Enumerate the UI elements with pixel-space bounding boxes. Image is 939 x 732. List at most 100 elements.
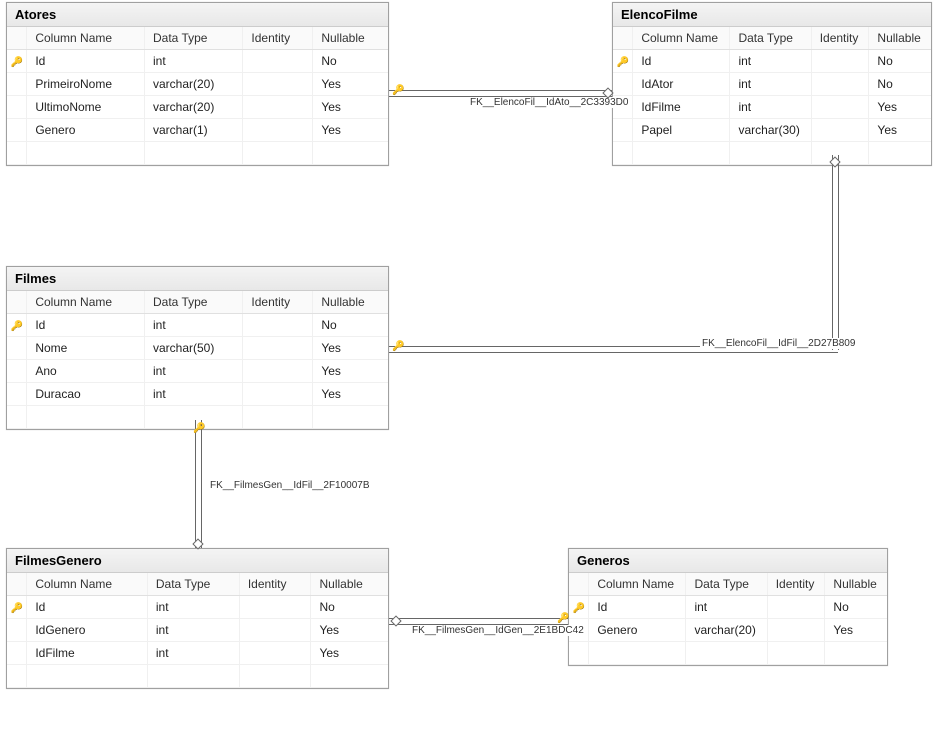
table-row[interactable]: 🔑IdintNo xyxy=(7,314,388,337)
table-row[interactable]: Generovarchar(20)Yes xyxy=(569,619,887,642)
table-generos[interactable]: Generos Column Name Data Type Identity N… xyxy=(568,548,888,666)
table-row[interactable]: DuracaointYes xyxy=(7,383,388,406)
table-filmesgenero[interactable]: FilmesGenero Column Name Data Type Ident… xyxy=(6,548,389,689)
pk-cell xyxy=(7,119,27,142)
primary-key-icon: 🔑 xyxy=(572,603,584,614)
cell-identity xyxy=(243,383,313,406)
cell-nullable: Yes xyxy=(313,73,388,96)
cell-name: Duracao xyxy=(27,383,145,406)
cell-name: Genero xyxy=(27,119,145,142)
table-row[interactable]: IdFilmeintYes xyxy=(613,96,931,119)
table-row[interactable]: PrimeiroNomevarchar(20) Yes xyxy=(7,73,388,96)
cell-type: int xyxy=(145,360,243,383)
cell-nullable: Yes xyxy=(313,383,388,406)
cell-nullable: Yes xyxy=(313,360,388,383)
header-nullable: Nullable xyxy=(311,573,388,596)
table-row[interactable]: Generovarchar(1)Yes xyxy=(7,119,388,142)
table-row[interactable]: Anoint Yes xyxy=(7,360,388,383)
cell-identity xyxy=(239,642,311,665)
cell-name: Id xyxy=(27,596,148,619)
table-row[interactable]: IdFilmeintYes xyxy=(7,642,388,665)
diamond-endpoint-icon xyxy=(392,617,400,625)
cell-type: varchar(20) xyxy=(145,73,243,96)
primary-key-icon: 🔑 xyxy=(10,321,22,332)
cell-name: Ano xyxy=(27,360,145,383)
table-row[interactable]: 🔑 Idint No xyxy=(569,596,887,619)
pk-cell: 🔑 xyxy=(7,50,27,73)
cell-identity xyxy=(243,50,313,73)
header-key xyxy=(613,27,633,50)
table-row[interactable]: IdGenerointYes xyxy=(7,619,388,642)
cell-identity xyxy=(767,619,825,642)
pk-cell xyxy=(7,73,27,96)
cell-empty xyxy=(239,665,311,688)
table-row[interactable]: 🔑IdintNo xyxy=(613,50,931,73)
table-title[interactable]: Generos xyxy=(569,549,887,573)
pk-cell: 🔑 xyxy=(569,596,589,619)
header-nullable: Nullable xyxy=(313,27,388,50)
table-atores[interactable]: Atores Column Name Data Type Identity Nu… xyxy=(6,2,389,166)
cell-empty xyxy=(243,142,313,165)
header-nullable: Nullable xyxy=(825,573,887,596)
primary-key-icon: 🔑 xyxy=(10,603,22,614)
cell-empty xyxy=(686,642,767,665)
cell-type: varchar(20) xyxy=(686,619,767,642)
pk-cell xyxy=(7,383,27,406)
table-row[interactable]: Nomevarchar(50)Yes xyxy=(7,337,388,360)
table-row[interactable]: UltimoNomevarchar(20)Yes xyxy=(7,96,388,119)
primary-key-icon: 🔑 xyxy=(10,57,22,68)
header-data-type: Data Type xyxy=(145,291,243,314)
cell-type: int xyxy=(730,73,811,96)
cell-type: int xyxy=(730,96,811,119)
header-data-type: Data Type xyxy=(147,573,239,596)
cell-name: IdFilme xyxy=(27,642,148,665)
cell-name: PrimeiroNome xyxy=(27,73,145,96)
table-row[interactable]: Papelvarchar(30)Yes xyxy=(613,119,931,142)
table-title[interactable]: Atores xyxy=(7,3,388,27)
table-row[interactable]: IdAtorintNo xyxy=(613,73,931,96)
table-elencofilme[interactable]: ElencoFilme Column Name Data Type Identi… xyxy=(612,2,932,166)
cell-nullable: No xyxy=(311,596,388,619)
cell-empty xyxy=(7,665,27,688)
cell-type: int xyxy=(686,596,767,619)
cell-type: int xyxy=(147,619,239,642)
connector-line xyxy=(838,155,839,350)
cell-name: Genero xyxy=(589,619,686,642)
header-column-name: Column Name xyxy=(27,573,148,596)
cell-nullable: Yes xyxy=(869,96,931,119)
table-row-empty xyxy=(613,142,931,165)
fk-label-elenco-filme: FK__ElencoFil__IdFil__2D27B809 xyxy=(700,338,857,349)
cell-name: Id xyxy=(27,50,145,73)
table-title[interactable]: Filmes xyxy=(7,267,388,291)
cell-identity xyxy=(811,96,869,119)
cell-empty xyxy=(27,142,145,165)
cell-nullable: No xyxy=(825,596,887,619)
cell-name: Id xyxy=(589,596,686,619)
pk-cell xyxy=(613,73,633,96)
pk-cell: 🔑 xyxy=(613,50,633,73)
table-title[interactable]: FilmesGenero xyxy=(7,549,388,573)
table-filmes[interactable]: Filmes Column Name Data Type Identity Nu… xyxy=(6,266,389,430)
table-row[interactable]: 🔑IdintNo xyxy=(7,596,388,619)
cell-nullable: Yes xyxy=(313,96,388,119)
cell-empty xyxy=(613,142,633,165)
header-column-name: Column Name xyxy=(27,27,145,50)
cell-nullable: Yes xyxy=(311,619,388,642)
header-data-type: Data Type xyxy=(145,27,243,50)
table-title[interactable]: ElencoFilme xyxy=(613,3,931,27)
header-identity: Identity xyxy=(243,27,313,50)
cell-name: UltimoNome xyxy=(27,96,145,119)
table-row-empty xyxy=(7,142,388,165)
header-nullable: Nullable xyxy=(869,27,931,50)
table-header-row: Column Name Data Type Identity Nullable xyxy=(7,27,388,50)
pk-cell xyxy=(613,119,633,142)
table-row[interactable]: 🔑IdintNo xyxy=(7,50,388,73)
header-key xyxy=(7,291,27,314)
cell-empty xyxy=(27,406,145,429)
table-grid: Column Name Data Type Identity Nullable … xyxy=(569,573,887,665)
key-endpoint-icon: 🔑 xyxy=(392,85,404,96)
pk-cell: 🔑 xyxy=(7,596,27,619)
connector-line xyxy=(389,352,838,353)
pk-cell xyxy=(7,337,27,360)
cell-empty xyxy=(730,142,811,165)
